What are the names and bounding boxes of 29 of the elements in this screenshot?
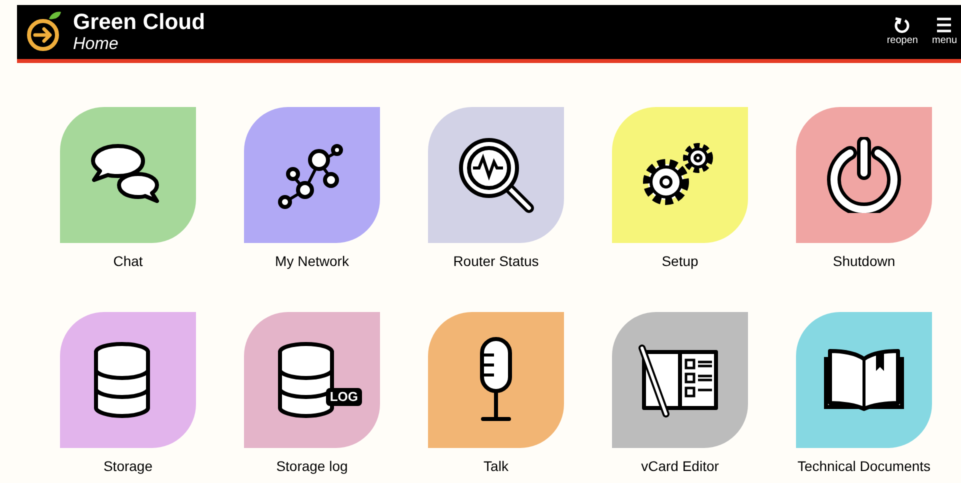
- app-label: My Network: [275, 252, 349, 271]
- app-tile[interactable]: [244, 107, 380, 243]
- app-label: Router Status: [453, 252, 539, 271]
- page-subtitle: Home: [73, 34, 120, 54]
- app-label: Talk: [484, 457, 508, 476]
- app-tile[interactable]: [428, 107, 564, 243]
- app-tile[interactable]: [796, 312, 932, 448]
- app-label: Chat: [113, 252, 143, 271]
- magnifier-pulse-icon: [457, 136, 535, 214]
- log-label: LOG: [326, 388, 362, 406]
- app-tile[interactable]: [796, 107, 932, 243]
- app-label: vCard Editor: [641, 457, 719, 476]
- app-label: Storage log: [276, 457, 348, 476]
- app-label: Setup: [662, 252, 698, 271]
- menu-icon: [936, 17, 952, 33]
- app-label: Shutdown: [832, 252, 896, 271]
- power-icon: [826, 137, 902, 213]
- app-tile[interactable]: [60, 107, 196, 243]
- app-title: Green Cloud: [73, 10, 206, 34]
- app-label: Technical Documents: [797, 457, 931, 476]
- app-tile[interactable]: [612, 312, 748, 448]
- reopen-button[interactable]: reopen: [886, 17, 918, 47]
- app-tile[interactable]: LOG: [244, 312, 380, 448]
- app-tile[interactable]: [612, 107, 748, 243]
- menu-button[interactable]: menu: [932, 17, 957, 47]
- refresh-icon: [894, 17, 910, 33]
- app-label: Storage: [103, 457, 153, 476]
- app-tile[interactable]: [60, 312, 196, 448]
- app-tile[interactable]: [428, 312, 564, 448]
